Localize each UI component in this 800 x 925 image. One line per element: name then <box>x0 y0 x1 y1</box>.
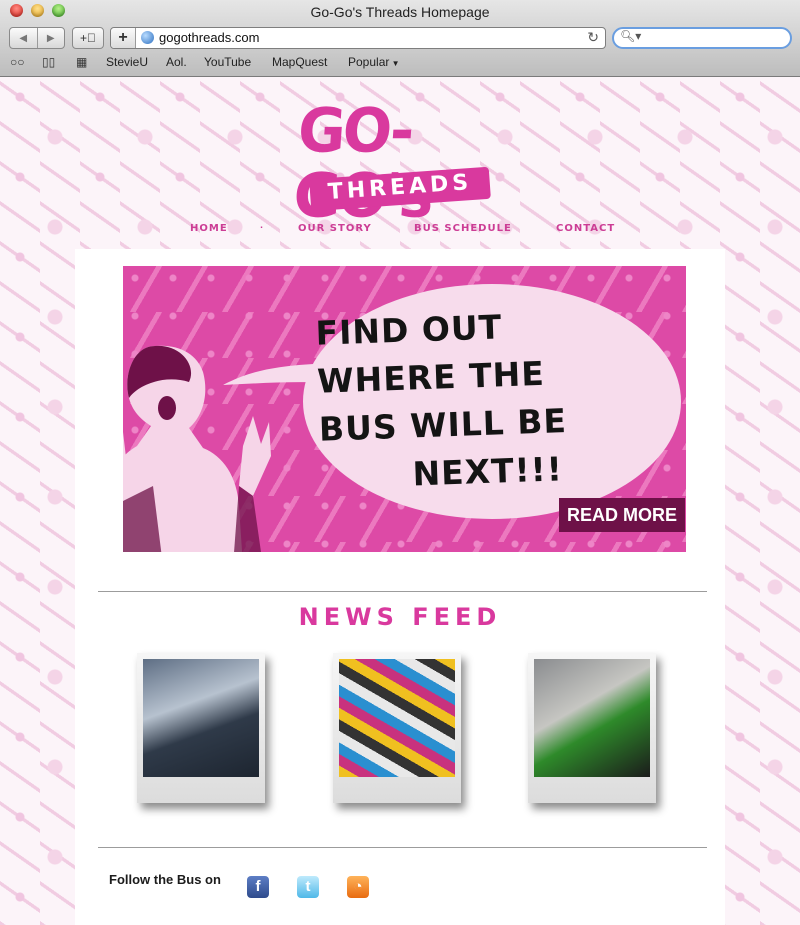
web-page: GO-GO's THREADS HOME · OUR STORY BUS SCH… <box>0 77 800 925</box>
bookmarks-bar: ○○ ▯▯ ▦ StevieU Aol. YouTube MapQuest Po… <box>0 52 800 74</box>
bookmark-plus-icon: +⃞ <box>79 31 96 45</box>
address-bar[interactable]: + gogothreads.com ↻ <box>110 27 606 49</box>
hero-banner[interactable]: FIND OUT WHERE THE BUS WILL BE NEXT!!! R… <box>123 266 686 552</box>
forward-button[interactable]: ▶ <box>36 28 65 48</box>
window-title: Go-Go's Threads Homepage <box>310 4 490 20</box>
site-logo[interactable]: GO-GO's THREADS <box>291 95 492 231</box>
twitter-icon[interactable]: t <box>297 876 319 898</box>
back-button[interactable]: ◀ <box>10 28 37 48</box>
hero-headline: FIND OUT WHERE THE BUS WILL BE NEXT!!! <box>315 298 651 501</box>
nav-contact[interactable]: CONTACT <box>556 223 615 234</box>
forward-arrow-icon: ▶ <box>46 32 55 44</box>
nav-home[interactable]: HOME <box>190 223 228 234</box>
book-icon[interactable]: ▯▯ <box>42 55 55 69</box>
divider <box>98 591 707 592</box>
reload-icon[interactable]: ↻ <box>587 29 599 46</box>
rss-icon[interactable]: ◔ <box>347 876 369 898</box>
browser-toolbar: ◀ ▶ +⃞ + gogothreads.com ↻ 🔍︎▾ <box>0 24 800 50</box>
nav-bus-schedule[interactable]: BUS SCHEDULE <box>414 223 512 234</box>
bookmark-mapquest[interactable]: MapQuest <box>272 55 327 69</box>
bookmark-youtube[interactable]: YouTube <box>204 55 251 69</box>
chevron-down-icon: ▼ <box>389 59 400 68</box>
read-more-button[interactable]: READ MORE <box>559 498 685 532</box>
search-icon: 🔍︎▾ <box>620 29 642 43</box>
divider <box>98 847 707 848</box>
facebook-icon[interactable]: f <box>247 876 269 898</box>
reading-list-icon[interactable]: ○○ <box>10 55 25 69</box>
search-field[interactable]: 🔍︎▾ <box>612 27 792 49</box>
title-bar: Go-Go's Threads Homepage <box>0 0 800 22</box>
bookmark-popular[interactable]: Popular ▼ <box>348 55 400 69</box>
news-photo-3[interactable] <box>528 653 656 803</box>
photo-bus-selfie <box>143 659 259 777</box>
photo-dog-in-bag <box>534 659 650 777</box>
nav-separator: · <box>260 223 265 232</box>
add-bookmark-plus-button[interactable]: + <box>111 28 136 48</box>
news-photo-2[interactable] <box>333 653 461 803</box>
globe-icon <box>141 31 154 44</box>
bookmark-aol[interactable]: Aol. <box>166 55 187 69</box>
nav-our-story[interactable]: OUR STORY <box>298 223 372 234</box>
news-photo-1[interactable] <box>137 653 265 803</box>
top-sites-grid-icon[interactable]: ▦ <box>76 55 87 69</box>
bookmark-stevieu[interactable]: StevieU <box>106 55 148 69</box>
browser-chrome: Go-Go's Threads Homepage ◀ ▶ +⃞ + gogoth… <box>0 0 800 77</box>
url-text[interactable]: gogothreads.com <box>159 30 259 45</box>
history-nav: ◀ ▶ <box>9 27 65 49</box>
add-bookmark-button[interactable]: +⃞ <box>72 27 104 49</box>
main-content: FIND OUT WHERE THE BUS WILL BE NEXT!!! R… <box>75 249 725 925</box>
follow-label: Follow the Bus on <box>109 872 221 887</box>
back-arrow-icon: ◀ <box>19 32 28 44</box>
news-feed-heading: NEWS FEED <box>298 603 502 631</box>
photo-fabric-pile <box>339 659 455 777</box>
